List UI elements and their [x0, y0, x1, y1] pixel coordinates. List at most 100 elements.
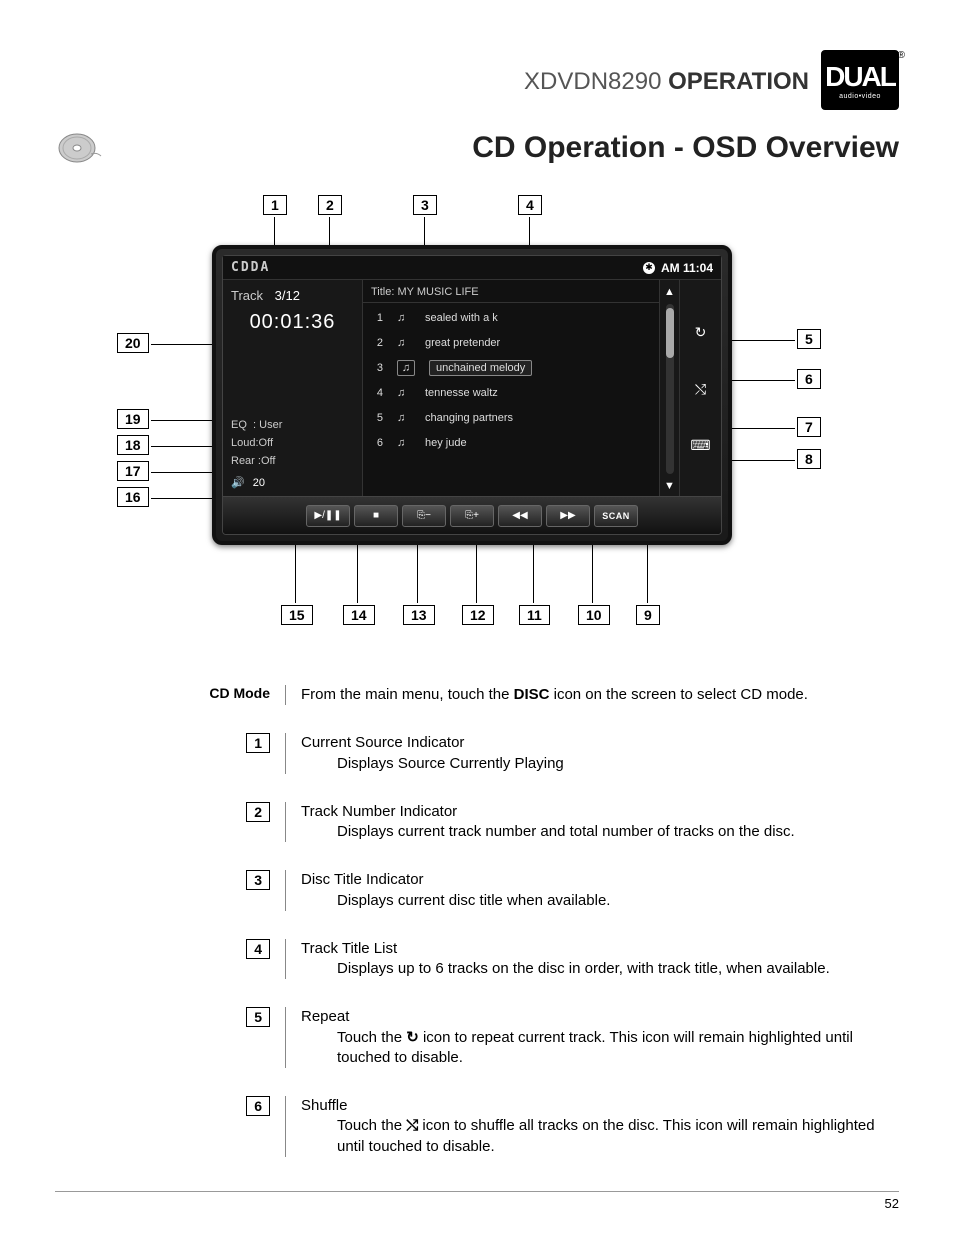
play-pause-button[interactable]: ▶/❚❚ — [306, 505, 350, 527]
model-number: XDVDN8290 — [524, 68, 661, 95]
osd-diagram: 1 2 3 4 20 19 18 17 16 5 6 7 8 15 14 13 … — [97, 195, 857, 635]
callout-10: 10 — [578, 605, 610, 625]
callout-7: 7 — [797, 417, 821, 437]
repeat-button[interactable]: ↻ — [686, 321, 716, 345]
callout-3: 3 — [413, 195, 437, 215]
track-row[interactable]: 6♫hey jude — [367, 430, 655, 455]
scroll-down-icon[interactable]: ▼ — [664, 480, 675, 492]
stop-icon: ■ — [373, 510, 379, 521]
desc-text-cell: ShuffleTouch the ⤭ icon to shuffle all t… — [286, 1096, 899, 1157]
page-title: CD Operation - OSD Overview — [105, 131, 899, 165]
track-row[interactable]: 1♫sealed with a k — [367, 305, 655, 330]
left-panel: Track 3/12 00:01:36 EQ : User Loud:Off R… — [223, 280, 363, 498]
track-number: Track 3/12 — [231, 288, 354, 303]
title-row: CD Operation - OSD Overview — [55, 130, 899, 165]
scroll-up-icon[interactable]: ▲ — [664, 286, 675, 298]
note-icon: ♫ — [397, 312, 411, 324]
note-icon: ♫ — [397, 337, 411, 349]
callout-9: 9 — [636, 605, 660, 625]
play-pause-icon: ▶/❚❚ — [314, 510, 341, 521]
desc-row: 6ShuffleTouch the ⤭ icon to shuffle all … — [155, 1086, 899, 1175]
scan-button[interactable]: SCAN — [594, 505, 638, 527]
header-text: XDVDN8290 OPERATION — [524, 50, 809, 96]
page-up-button[interactable]: ⎘+ — [450, 505, 494, 527]
bottom-toolbar: ▶/❚❚ ■ ⎘− ⎘+ ◀◀ ▶▶ SCAN — [223, 496, 721, 534]
callout-2: 2 — [318, 195, 342, 215]
desc-number-cell: 6 — [155, 1096, 285, 1157]
callout-17: 17 — [117, 461, 149, 481]
note-icon: ♫ — [397, 387, 411, 399]
callout-14: 14 — [343, 605, 375, 625]
track-row[interactable]: 4♫tennesse waltz — [367, 380, 655, 405]
side-buttons: ↻ ⤭ ⌨ — [679, 280, 721, 498]
page-footer: 52 — [55, 1191, 899, 1211]
track-list-panel: Title: MY MUSIC LIFE 1♫sealed with a k 2… — [363, 280, 659, 498]
callout-11: 11 — [519, 605, 550, 625]
desc-text-cell: Current Source IndicatorDisplays Source … — [286, 733, 899, 774]
note-icon: ♫ — [397, 360, 415, 376]
shuffle-icon: ⤭ — [695, 381, 706, 398]
callout-5: 5 — [797, 329, 821, 349]
callout-4: 4 — [518, 195, 542, 215]
callout-15: 15 — [281, 605, 313, 625]
desc-row: 3Disc Title IndicatorDisplays current di… — [155, 860, 899, 929]
callout-18: 18 — [117, 435, 149, 455]
page-down-button[interactable]: ⎘− — [402, 505, 446, 527]
volume-row: 🔊 20 — [231, 474, 354, 492]
settings-block: EQ : User Loud:Off Rear :Off 🔊 20 — [231, 416, 354, 492]
note-icon: ♫ — [397, 412, 411, 424]
desc-row: 2Track Number IndicatorDisplays current … — [155, 792, 899, 861]
callout-19: 19 — [117, 409, 149, 429]
callout-13: 13 — [403, 605, 435, 625]
elapsed-time: 00:01:36 — [231, 311, 354, 334]
cd-disc-icon — [55, 130, 105, 165]
stop-button[interactable]: ■ — [354, 505, 398, 527]
clock: AM 11:04 — [661, 261, 713, 275]
track-row[interactable]: 2♫great pretender — [367, 330, 655, 355]
shuffle-icon: ⤭ — [406, 1116, 418, 1136]
desc-row: 1Current Source IndicatorDisplays Source… — [155, 723, 899, 792]
track-row-selected[interactable]: 3♫unchained melody — [367, 355, 655, 380]
source-indicator: CDDA — [231, 260, 270, 275]
desc-number-cell: 4 — [155, 939, 285, 980]
brand-name: DUAL — [825, 61, 895, 93]
desc-label-cdmode: CD Mode — [155, 685, 285, 705]
disc-title: Title: MY MUSIC LIFE — [363, 282, 659, 303]
desc-row: 5RepeatTouch the ↻ icon to repeat curren… — [155, 997, 899, 1086]
desc-number-cell: 2 — [155, 802, 285, 843]
page-header: XDVDN8290 OPERATION DUAL audio•video — [55, 50, 899, 110]
page-up-icon: ⎘+ — [465, 510, 479, 521]
header-operation: OPERATION — [668, 68, 809, 95]
callout-20: 20 — [117, 333, 149, 353]
next-track-button[interactable]: ▶▶ — [546, 505, 590, 527]
keypad-button[interactable]: ⌨ — [686, 434, 716, 458]
description-table: CD Mode From the main menu, touch the DI… — [155, 675, 899, 1175]
keypad-icon: ⌨ — [690, 437, 710, 454]
rewind-icon: ◀◀ — [512, 510, 527, 521]
speaker-icon: 🔊 — [231, 474, 245, 492]
desc-number-cell: 1 — [155, 733, 285, 774]
callout-8: 8 — [797, 449, 821, 469]
forward-icon: ▶▶ — [560, 510, 575, 521]
osd-device: CDDA ✱ AM 11:04 Track 3/12 00:01:36 EQ :… — [212, 245, 732, 545]
callout-6: 6 — [797, 369, 821, 389]
bluetooth-icon: ✱ — [643, 262, 655, 274]
desc-number-cell: 3 — [155, 870, 285, 911]
track-list: 1♫sealed with a k 2♫great pretender 3♫un… — [363, 303, 659, 457]
brand-logo: DUAL audio•video — [821, 50, 899, 110]
brand-sub: audio•video — [839, 93, 881, 100]
desc-text-cell: RepeatTouch the ↻ icon to repeat current… — [286, 1007, 899, 1068]
shuffle-button[interactable]: ⤭ — [686, 377, 716, 401]
track-row[interactable]: 5♫changing partners — [367, 405, 655, 430]
desc-text-cell: Disc Title IndicatorDisplays current dis… — [286, 870, 899, 911]
scrollbar[interactable]: ▲ ▼ — [659, 280, 679, 498]
desc-text-cell: Track Title ListDisplays up to 6 tracks … — [286, 939, 899, 980]
callout-12: 12 — [462, 605, 494, 625]
callout-16: 16 — [117, 487, 149, 507]
note-icon: ♫ — [397, 437, 411, 449]
page-down-icon: ⎘− — [417, 510, 431, 521]
desc-row: 4Track Title ListDisplays up to 6 tracks… — [155, 929, 899, 998]
prev-track-button[interactable]: ◀◀ — [498, 505, 542, 527]
desc-number-cell: 5 — [155, 1007, 285, 1068]
repeat-icon: ↻ — [695, 324, 707, 341]
